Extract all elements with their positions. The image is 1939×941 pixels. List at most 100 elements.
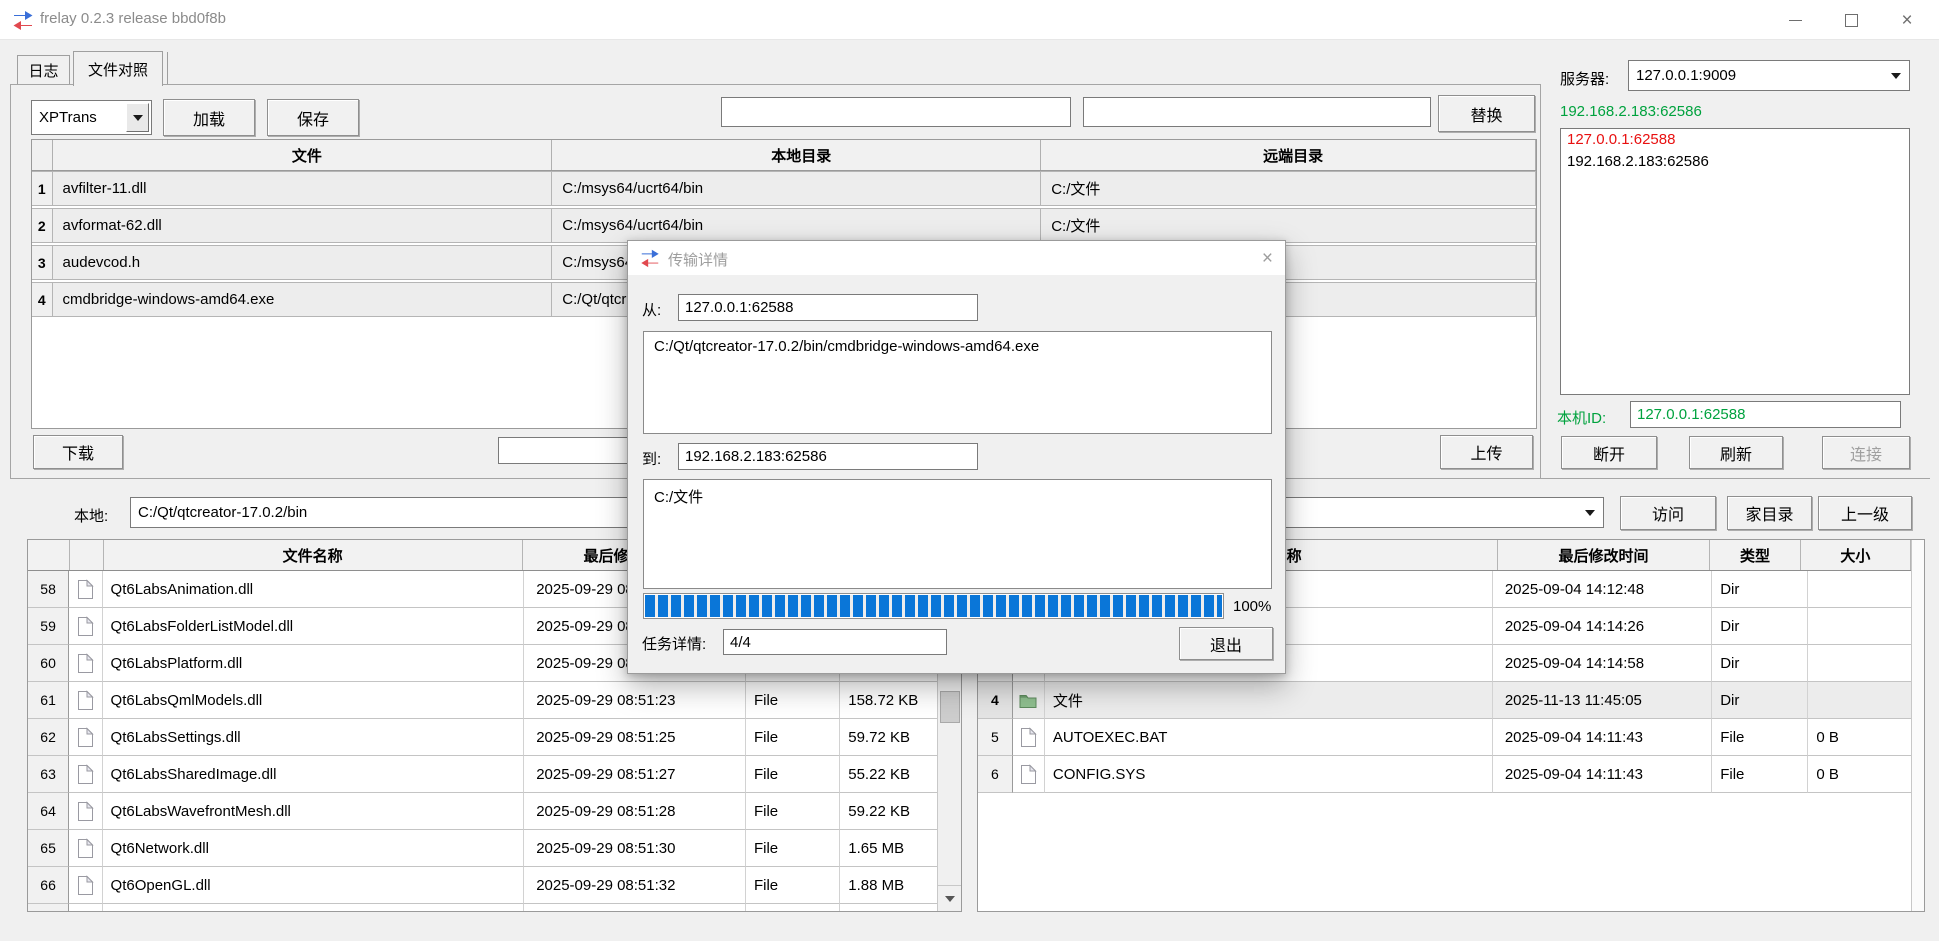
column-header[interactable]: 本地目录: [552, 140, 1041, 170]
table-row[interactable]: 65Qt6Network.dll2025-09-29 08:51:30File1…: [28, 830, 961, 867]
row-number: 62: [28, 719, 69, 756]
row-number: 65: [28, 830, 69, 867]
cell-file-name: Qt6LabsAnimation.dll: [103, 571, 525, 608]
chevron-down-icon[interactable]: [1891, 73, 1901, 84]
file-icon: [69, 830, 102, 867]
replace-button[interactable]: 替换: [1438, 95, 1535, 132]
row-number: 2: [32, 208, 53, 243]
server-label: 服务器:: [1560, 68, 1609, 89]
download-button[interactable]: 下载: [33, 435, 123, 469]
cell-type: File: [746, 756, 840, 793]
column-header[interactable]: [70, 540, 104, 570]
column-header[interactable]: 大小: [1801, 540, 1911, 570]
cell-size: [1808, 571, 1924, 608]
column-header[interactable]: 远端目录: [1041, 140, 1536, 170]
app-logo-icon: [11, 8, 35, 32]
cell-file-name: CONFIG.SYS: [1045, 756, 1493, 793]
transfer-progress-bar: [643, 593, 1224, 619]
file-icon: [69, 645, 102, 682]
table-row[interactable]: 63Qt6LabsSharedImage.dll2025-09-29 08:51…: [28, 756, 961, 793]
maximize-button[interactable]: [1823, 0, 1879, 40]
cell-modified-time: 2025-09-04 14:14:58: [1493, 645, 1712, 682]
minimize-button[interactable]: [1767, 0, 1823, 40]
cell-file-name: Qt6LabsFolderListModel.dll: [103, 608, 525, 645]
cell-size: 0 B: [1808, 756, 1924, 793]
row-number: 60: [28, 645, 69, 682]
column-header[interactable]: [32, 140, 53, 170]
dialog-close-icon[interactable]: ×: [1262, 248, 1273, 270]
cell-type: File: [746, 830, 840, 867]
local-path-label: 本地:: [74, 505, 108, 526]
profile-select[interactable]: XPTrans: [31, 100, 152, 135]
remote-table-scrollbar[interactable]: [1911, 540, 1925, 912]
local-id-label: 本机ID:: [1557, 407, 1606, 428]
close-button[interactable]: ×: [1879, 0, 1935, 40]
table-row[interactable]: 66Qt6OpenGL.dll2025-09-29 08:51:32File1.…: [28, 867, 961, 904]
column-header[interactable]: [28, 540, 70, 570]
replace-input[interactable]: [1083, 97, 1431, 127]
from-path-textarea[interactable]: C:/Qt/qtcreator-17.0.2/bin/cmdbridge-win…: [643, 331, 1272, 434]
cell-type: File: [746, 793, 840, 830]
column-header[interactable]: 文件: [53, 140, 553, 170]
tab-file-compare[interactable]: 文件对照: [73, 51, 163, 86]
self-address: 192.168.2.183:62586: [1560, 103, 1702, 120]
from-input[interactable]: [678, 294, 978, 321]
column-header[interactable]: 最后修改时间: [1498, 540, 1711, 570]
table-row[interactable]: 4文件2025-11-13 11:45:05Dir: [978, 682, 1924, 719]
server-select[interactable]: 127.0.0.1:9009: [1628, 60, 1910, 91]
table-row[interactable]: 2avformat-62.dllC:/msys64/ucrt64/binC:/文…: [32, 208, 1536, 243]
cell-type: Dir: [1712, 571, 1808, 608]
table-row[interactable]: 61Qt6LabsQmlModels.dll2025-09-29 08:51:2…: [28, 682, 961, 719]
cell-modified-time: 2025-09-04 14:12:48: [1493, 571, 1712, 608]
to-input[interactable]: [678, 443, 978, 470]
row-number: 63: [28, 756, 69, 793]
compare-table-header: 文件本地目录远端目录: [32, 140, 1536, 171]
chevron-down-icon[interactable]: [1585, 510, 1595, 521]
to-path-textarea[interactable]: C:/文件: [643, 479, 1272, 589]
cell-modified-time: [524, 904, 746, 912]
search-input[interactable]: [721, 97, 1071, 127]
tab-log[interactable]: 日志: [17, 55, 70, 85]
window-title: frelay 0.2.3 release bbd0f8b: [40, 10, 226, 27]
column-header[interactable]: 类型: [1710, 540, 1800, 570]
table-row[interactable]: [28, 904, 961, 912]
cell-modified-time: 2025-09-29 08:51:27: [524, 756, 746, 793]
cell-local-dir: C:/msys64/ucrt64/bin: [552, 171, 1041, 206]
cell-file: avfilter-11.dll: [53, 171, 553, 206]
upload-button[interactable]: 上传: [1440, 435, 1533, 469]
table-row[interactable]: 62Qt6LabsSettings.dll2025-09-29 08:51:25…: [28, 719, 961, 756]
disconnect-button[interactable]: 断开: [1561, 436, 1657, 469]
folder-icon: [1013, 682, 1045, 719]
cell-file-name: Qt6LabsQmlModels.dll: [103, 682, 525, 719]
row-number: 66: [28, 867, 69, 904]
table-row[interactable]: 6CONFIG.SYS2025-09-04 14:11:43File0 B: [978, 756, 1924, 793]
cell-type: File: [746, 719, 840, 756]
save-button[interactable]: 保存: [267, 99, 359, 136]
table-row[interactable]: 1avfilter-11.dllC:/msys64/ucrt64/binC:/文…: [32, 171, 1536, 206]
cell-type: File: [1712, 756, 1808, 793]
peer-item[interactable]: 127.0.0.1:62588: [1561, 129, 1909, 151]
scroll-down-icon[interactable]: [938, 885, 962, 911]
local-id-input[interactable]: [1630, 401, 1901, 428]
file-icon: [69, 608, 102, 645]
column-header[interactable]: 文件名称: [104, 540, 523, 570]
visit-button[interactable]: 访问: [1620, 496, 1716, 530]
exit-button[interactable]: 退出: [1179, 627, 1273, 660]
connect-button[interactable]: 连接: [1822, 436, 1910, 469]
scrollbar-thumb[interactable]: [940, 691, 960, 723]
table-row[interactable]: 5AUTOEXEC.BAT2025-09-04 14:11:43File0 B: [978, 719, 1924, 756]
to-label: 到:: [642, 448, 661, 469]
cell-modified-time: 2025-09-29 08:51:32: [524, 867, 746, 904]
peer-item[interactable]: 192.168.2.183:62586: [1561, 151, 1909, 173]
row-number: 3: [32, 245, 53, 280]
up-level-button[interactable]: 上一级: [1818, 496, 1912, 530]
cell-size: [1808, 645, 1924, 682]
cell-size: 0 B: [1808, 719, 1924, 756]
task-details-input[interactable]: [723, 629, 947, 655]
refresh-button[interactable]: 刷新: [1689, 436, 1783, 469]
chevron-down-icon[interactable]: [126, 103, 149, 132]
peer-list[interactable]: 127.0.0.1:62588192.168.2.183:62586: [1560, 128, 1910, 395]
home-dir-button[interactable]: 家目录: [1727, 496, 1812, 530]
table-row[interactable]: 64Qt6LabsWavefrontMesh.dll2025-09-29 08:…: [28, 793, 961, 830]
load-button[interactable]: 加载: [163, 99, 255, 136]
